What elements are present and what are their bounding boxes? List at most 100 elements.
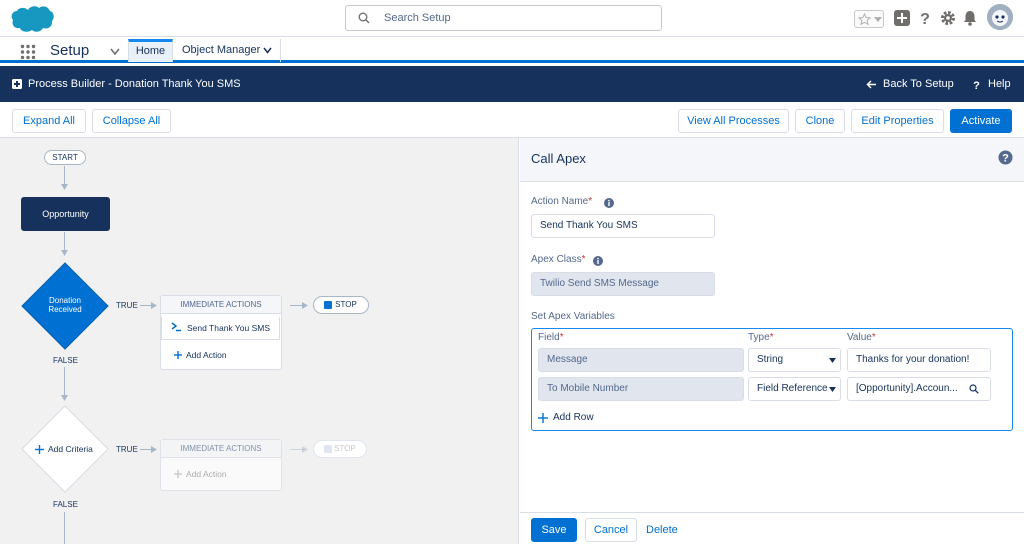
- column-header-field: Field*: [538, 332, 564, 343]
- value-input[interactable]: Thanks for your donation!: [847, 348, 991, 372]
- label-text: Type: [748, 332, 770, 343]
- cancel-button[interactable]: Cancel: [585, 518, 637, 542]
- process-canvas[interactable]: START Opportunity Donation Received TRUE…: [0, 138, 519, 544]
- label-text: Value: [847, 332, 872, 343]
- add-icon[interactable]: [893, 9, 911, 27]
- column-header-value: Value*: [847, 332, 876, 343]
- chevron-down-icon[interactable]: [263, 47, 272, 54]
- bell-icon[interactable]: [961, 9, 979, 27]
- immediate-actions-group-disabled: IMMEDIATE ACTIONS: [160, 439, 282, 491]
- field-input: Message: [538, 348, 744, 372]
- process-builder-header: Process Builder - Donation Thank You SMS…: [0, 66, 1024, 102]
- required-marker: *: [769, 332, 774, 343]
- clone-button[interactable]: Clone: [795, 109, 845, 133]
- search-placeholder: Search Setup: [384, 12, 451, 24]
- save-button[interactable]: Save: [531, 518, 577, 542]
- activate-button[interactable]: Activate: [950, 109, 1012, 133]
- stop-icon: [324, 445, 332, 453]
- stop-label: STOP: [334, 444, 356, 453]
- set-apex-variables-label: Set Apex Variables: [531, 311, 615, 322]
- process-builder-icon: [12, 79, 22, 89]
- add-icon: [174, 351, 182, 359]
- connector: [64, 166, 65, 186]
- info-icon[interactable]: [604, 198, 614, 208]
- field-input: To Mobile Number: [538, 377, 744, 401]
- required-marker: *: [588, 196, 593, 207]
- help-link[interactable]: Help: [988, 78, 1011, 90]
- immediate-actions-header: IMMEDIATE ACTIONS: [161, 296, 281, 314]
- salesforce-logo[interactable]: [10, 4, 54, 34]
- add-icon: [538, 413, 548, 423]
- add-icon: [35, 445, 44, 454]
- stop-node-disabled: STOP: [313, 440, 367, 458]
- chevron-down-icon: [874, 17, 882, 22]
- global-header: Search Setup ?: [0, 0, 1024, 37]
- page-title: Process Builder - Donation Thank You SMS: [28, 78, 241, 90]
- expand-all-button[interactable]: Expand All: [12, 109, 86, 133]
- view-all-processes-button[interactable]: View All Processes: [678, 109, 789, 133]
- svg-text:?: ?: [920, 11, 930, 27]
- stop-label: STOP: [335, 300, 357, 309]
- apex-icon: [171, 322, 181, 332]
- arrow-left-icon: [866, 80, 876, 89]
- arrow-right-icon: [151, 302, 157, 309]
- collapse-all-button[interactable]: Collapse All: [92, 109, 171, 133]
- false-label: FALSE: [53, 356, 78, 365]
- type-select-value: String: [757, 354, 784, 365]
- help-icon[interactable]: ?: [998, 150, 1013, 165]
- connector: [64, 367, 65, 397]
- panel-footer: Save Cancel Delete: [520, 512, 1024, 544]
- label-text: Apex Class: [531, 254, 582, 265]
- tab-object-manager[interactable]: Object Manager: [174, 39, 281, 62]
- svg-text:?: ?: [973, 80, 980, 90]
- gear-icon[interactable]: [939, 9, 957, 27]
- arrow-down-icon: [61, 395, 68, 401]
- delete-link[interactable]: Delete: [646, 524, 678, 536]
- search-input[interactable]: Search Setup: [345, 5, 662, 31]
- object-node[interactable]: Opportunity: [21, 197, 110, 231]
- avatar[interactable]: [987, 4, 1013, 30]
- apex-variables-table: Field* Type* Value* Message String Thank…: [531, 328, 1013, 431]
- type-select[interactable]: Field Reference: [748, 377, 841, 401]
- back-to-setup-link[interactable]: Back To Setup: [883, 78, 954, 90]
- chevron-down-icon: [829, 358, 836, 363]
- type-select[interactable]: String: [748, 348, 841, 372]
- criteria-label-line: Received: [48, 305, 82, 314]
- add-row-link[interactable]: Add Row: [553, 412, 594, 423]
- astro-avatar-icon: [987, 4, 1013, 30]
- tab-object-manager-label: Object Manager: [182, 44, 261, 56]
- type-select-value: Field Reference: [757, 383, 828, 394]
- chevron-down-icon: [829, 387, 836, 392]
- favorites-button[interactable]: [854, 10, 884, 28]
- search-icon[interactable]: [969, 384, 979, 394]
- add-action-link-disabled: Add Action: [186, 469, 227, 479]
- label-text: Field: [538, 332, 560, 343]
- add-action-link[interactable]: Add Action: [186, 350, 227, 360]
- false-label: FALSE: [53, 500, 78, 509]
- add-criteria-link[interactable]: Add Criteria: [48, 444, 93, 454]
- help-icon[interactable]: ?: [916, 9, 934, 27]
- tab-home[interactable]: Home: [128, 39, 173, 62]
- svg-text:?: ?: [1002, 153, 1009, 165]
- action-name-input[interactable]: Send Thank You SMS: [531, 214, 715, 238]
- edit-properties-button[interactable]: Edit Properties: [851, 109, 944, 133]
- action-name-label: Action Name*: [531, 196, 592, 207]
- connector: [64, 232, 65, 252]
- connector: [64, 512, 65, 544]
- apex-class-label: Apex Class*: [531, 254, 585, 265]
- properties-panel: Call Apex ? Action Name* Send Thank You …: [520, 138, 1024, 544]
- true-label: TRUE: [116, 445, 138, 454]
- immediate-actions-header: IMMEDIATE ACTIONS: [161, 440, 281, 458]
- arrow-right-icon: [302, 446, 308, 453]
- action-item-label: Send Thank You SMS: [187, 323, 271, 333]
- arrow-down-icon: [61, 250, 68, 256]
- apex-class-input: Twilio Send SMS Message: [531, 272, 715, 296]
- chevron-down-icon[interactable]: [110, 48, 120, 56]
- required-marker: *: [581, 254, 586, 265]
- app-launcher-icon[interactable]: [20, 44, 36, 60]
- stop-node: STOP: [313, 296, 369, 314]
- info-icon[interactable]: [593, 256, 603, 266]
- criteria-label: Donation Received: [30, 296, 100, 314]
- panel-header: Call Apex ?: [520, 138, 1024, 182]
- arrow-right-icon: [151, 446, 157, 453]
